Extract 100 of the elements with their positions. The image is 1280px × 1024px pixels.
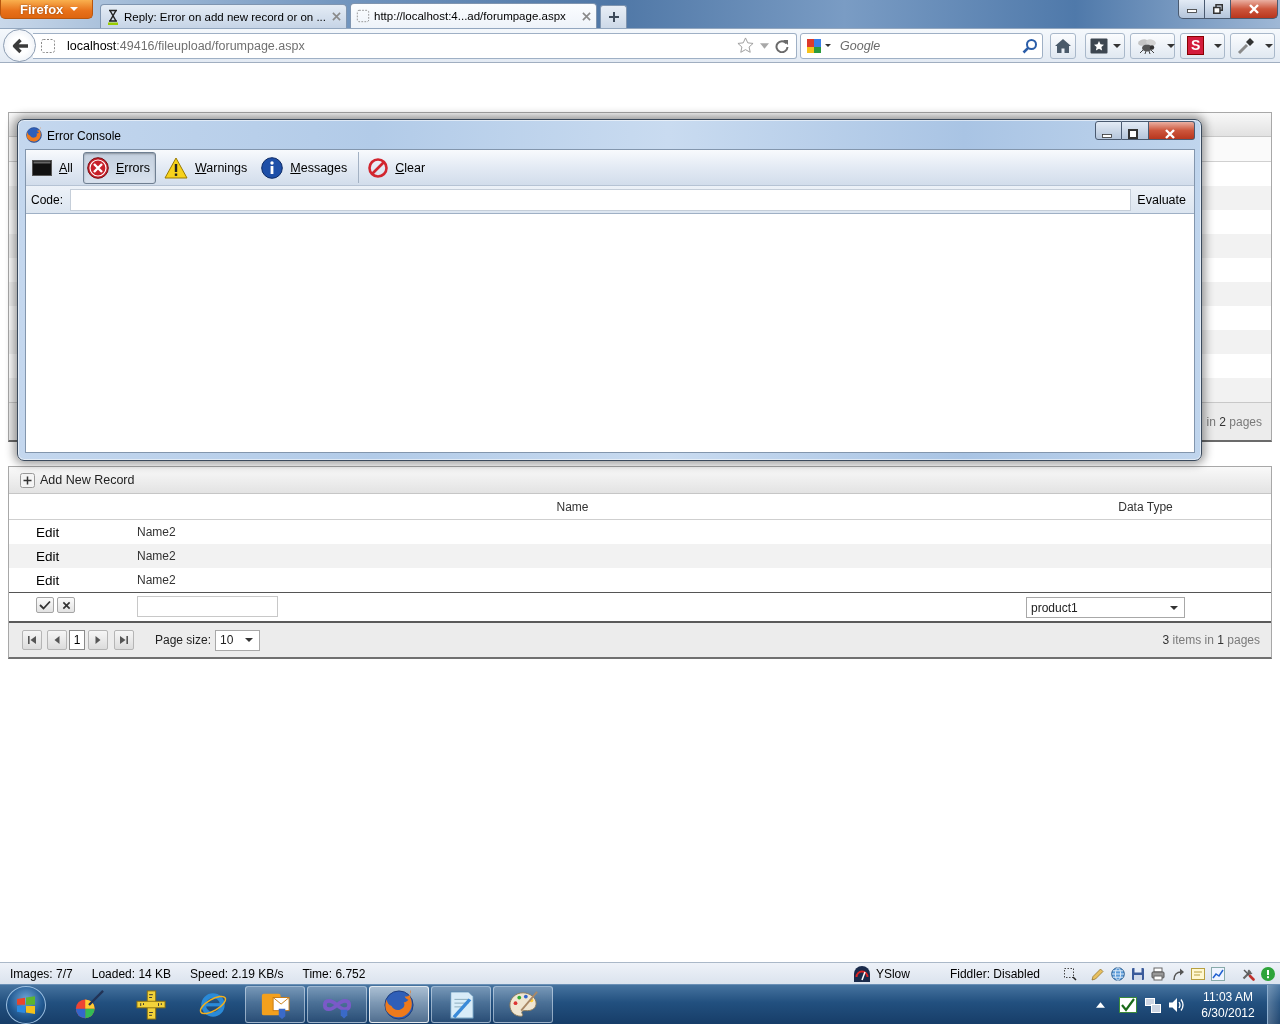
table-cell: Name2 — [137, 525, 176, 539]
edit-link[interactable]: Edit — [36, 548, 60, 564]
blank-page-icon[interactable] — [40, 37, 56, 54]
warning-icon — [163, 156, 188, 179]
close-icon[interactable] — [582, 11, 591, 21]
network-icon[interactable] — [1145, 996, 1161, 1013]
filter-button[interactable]: Errors — [82, 151, 156, 184]
next-page-icon — [93, 635, 103, 645]
close-button[interactable] — [1149, 121, 1195, 140]
maximize-button[interactable] — [1122, 121, 1149, 140]
code-label: Code: — [31, 192, 64, 207]
search-box[interactable]: Google — [800, 32, 1043, 59]
text-field[interactable] — [137, 596, 278, 617]
check-icon — [39, 600, 51, 610]
first-page-icon — [27, 635, 37, 645]
close-icon — [1163, 129, 1176, 139]
addon-button[interactable] — [1130, 32, 1175, 59]
caret-icon — [1167, 43, 1175, 48]
browser-tab[interactable]: Reply: Error on add new record or on ... — [100, 4, 347, 28]
show-desktop-button[interactable] — [1267, 985, 1280, 1024]
home-button[interactable] — [1050, 32, 1076, 59]
fox-globe-icon — [384, 989, 414, 1020]
caret-icon — [1170, 605, 1178, 610]
page-size-dropdown[interactable]: 10 — [215, 629, 261, 651]
previous-page-button[interactable] — [47, 630, 67, 650]
yslow-button[interactable]: YSlow — [853, 965, 910, 982]
edit-link[interactable]: Edit — [36, 572, 60, 588]
page-number-button[interactable]: 1 — [69, 630, 85, 650]
edit-link[interactable]: Edit — [36, 524, 60, 540]
minimize-button[interactable] — [1178, 0, 1205, 19]
search-icon[interactable] — [1022, 37, 1038, 54]
back-button[interactable] — [3, 29, 36, 62]
fly-icon — [1137, 37, 1157, 54]
data-type-dropdown[interactable]: product1 — [1026, 597, 1185, 618]
pager-summary: in 2 pages — [1206, 414, 1262, 429]
caret-icon — [70, 7, 79, 11]
search-field[interactable]: Google — [840, 36, 1019, 55]
addon-button[interactable] — [1230, 32, 1275, 59]
speaker-icon[interactable] — [1169, 996, 1185, 1013]
filter-button[interactable]: Warnings — [159, 151, 254, 184]
filter-button[interactable]: Messages — [257, 151, 354, 184]
color-wheel-icon — [74, 989, 104, 1020]
code-input[interactable] — [70, 188, 1132, 211]
last-page-button[interactable] — [114, 630, 134, 650]
window-title: Error Console — [47, 129, 122, 143]
address-field[interactable]: localhost:49416/fileupload/forumpage.aspx — [33, 32, 797, 59]
line-graph-icon[interactable] — [1211, 966, 1225, 981]
caret-icon — [1214, 43, 1223, 48]
pager-summary: 3 items in 1 pages — [1162, 633, 1260, 647]
clear-button[interactable]: Clear — [364, 151, 432, 184]
update-button[interactable] — [36, 597, 54, 613]
caret-icon[interactable] — [825, 44, 831, 47]
filter-button[interactable]: All — [28, 151, 79, 184]
four-squares-icon[interactable] — [806, 37, 822, 54]
browser-tab[interactable]: http://localhost:4...ad/forumpage.aspx — [350, 3, 597, 28]
caret-icon — [1112, 43, 1121, 48]
previous-page-icon — [52, 635, 62, 645]
plus-icon — [607, 11, 620, 23]
status-text: Loaded: 14 KB — [91, 966, 172, 981]
flag-icon — [16, 995, 36, 1014]
reload-icon[interactable] — [775, 38, 789, 53]
evaluate-button[interactable]: Evaluate — [1131, 188, 1192, 211]
ruler-icon — [136, 989, 166, 1020]
status-text: Images: 7/7 — [10, 966, 73, 981]
close-icon — [1248, 4, 1260, 14]
taskbar-button[interactable] — [307, 986, 367, 1023]
taskbar-button[interactable] — [493, 986, 553, 1023]
addon-button[interactable]: S — [1180, 32, 1225, 59]
eyedropper-icon — [1237, 36, 1255, 55]
star-icon[interactable] — [737, 37, 754, 54]
cancel-button[interactable] — [57, 597, 75, 613]
star-tile-icon — [1089, 37, 1108, 54]
new-tab-button[interactable] — [600, 5, 627, 28]
status-text: Speed: 2.19 KB/s — [190, 966, 284, 981]
taskbar-button[interactable] — [245, 986, 305, 1023]
first-page-button[interactable] — [22, 630, 42, 650]
column-header: Name — [556, 499, 589, 514]
start-button[interactable] — [6, 985, 46, 1024]
fiddler-button[interactable]: Fiddler: Disabled — [949, 966, 1040, 981]
column-header: Data Type — [1118, 499, 1173, 514]
restore-button[interactable] — [1205, 0, 1231, 19]
add-new-record-button[interactable]: Add New Record — [20, 472, 135, 488]
hourglass-icon — [106, 8, 120, 25]
palette-icon — [508, 989, 538, 1020]
maximize-icon — [1128, 129, 1138, 139]
minimize-button[interactable] — [1095, 121, 1122, 140]
close-icon[interactable] — [332, 12, 341, 21]
tick-tile-icon[interactable] — [1119, 996, 1137, 1013]
globe-icon[interactable] — [1111, 966, 1125, 981]
selection-icon[interactable] — [1063, 966, 1077, 981]
close-button[interactable] — [1231, 0, 1278, 19]
bookmarks-button[interactable] — [1085, 32, 1125, 59]
info-icon — [261, 156, 284, 179]
printer-icon[interactable] — [1151, 966, 1165, 981]
curved-arrow-icon[interactable] — [1171, 966, 1185, 981]
gauge-icon — [853, 965, 870, 982]
next-page-button[interactable] — [88, 630, 108, 650]
clock-date: 6/30/2012 — [1201, 1004, 1255, 1021]
taskbar-button[interactable] — [431, 986, 491, 1023]
exclamation-circle-icon[interactable] — [1261, 966, 1275, 981]
